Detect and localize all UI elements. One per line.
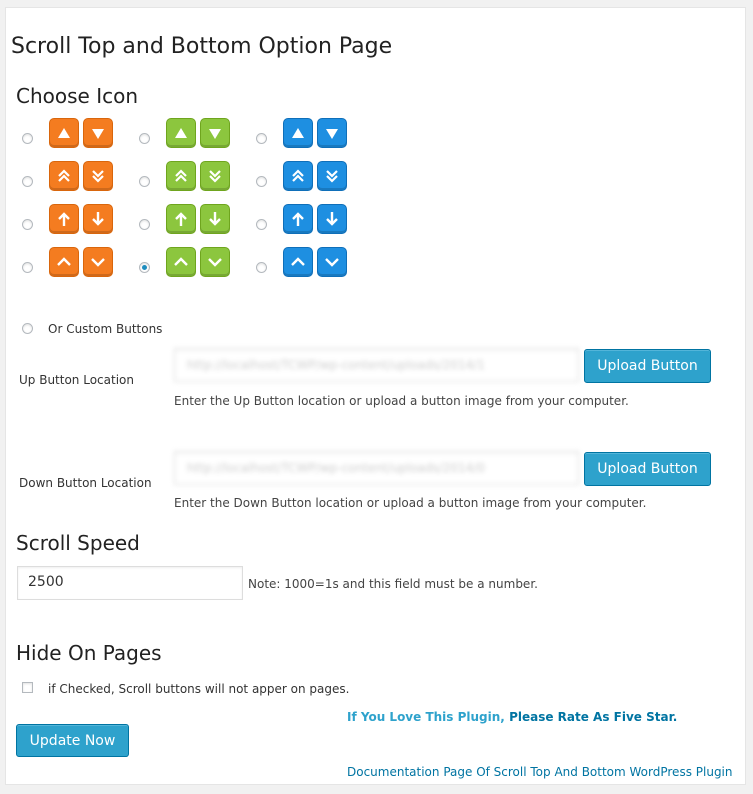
love-plugin-text: If You Love This Plugin, — [347, 710, 505, 724]
icon-radio-orange-chevron[interactable] — [22, 262, 33, 273]
orange-arrow-down-icon — [83, 204, 113, 234]
green-double-chevron-down-icon — [200, 161, 230, 191]
icon-radio-orange-triangle[interactable] — [22, 133, 33, 144]
icon-radio-green-arrow[interactable] — [139, 219, 150, 230]
documentation-link[interactable]: Documentation Page Of Scroll Top And Bot… — [347, 765, 733, 779]
blue-arrow-down-icon — [317, 204, 347, 234]
blue-triangle-down-icon — [317, 118, 347, 148]
scroll-speed-input[interactable]: 2500 — [17, 566, 243, 600]
hide-on-pages-label: if Checked, Scroll buttons will not appe… — [48, 682, 350, 696]
icon-radio-green-double-chevron[interactable] — [139, 176, 150, 187]
scroll-speed-heading: Scroll Speed — [16, 531, 140, 555]
down-button-location-input[interactable]: http://localhost/TCWP/wp-content/uploads… — [174, 451, 579, 485]
blue-chevron-up-icon — [283, 247, 313, 277]
icon-radio-blue-chevron[interactable] — [256, 262, 267, 273]
orange-triangle-down-icon — [83, 118, 113, 148]
down-upload-button[interactable]: Upload Button — [584, 452, 711, 486]
orange-arrow-up-icon — [49, 204, 79, 234]
orange-double-chevron-up-icon — [49, 161, 79, 191]
green-chevron-down-icon — [200, 247, 230, 277]
custom-buttons-radio[interactable] — [22, 323, 33, 334]
icon-radio-green-triangle[interactable] — [139, 133, 150, 144]
up-button-description: Enter the Up Button location or upload a… — [174, 394, 629, 408]
scroll-speed-note: Note: 1000=1s and this field must be a n… — [248, 577, 538, 591]
up-button-location-input[interactable]: http://localhost/TCWP/wp-content/uploads… — [174, 348, 579, 382]
icon-radio-orange-double-chevron[interactable] — [22, 176, 33, 187]
icon-radio-orange-arrow[interactable] — [22, 219, 33, 230]
hide-on-pages-heading: Hide On Pages — [16, 641, 162, 665]
orange-chevron-down-icon — [83, 247, 113, 277]
blue-triangle-up-icon — [283, 118, 313, 148]
blue-arrow-up-icon — [283, 204, 313, 234]
icon-radio-green-chevron[interactable] — [139, 262, 150, 273]
blue-double-chevron-up-icon — [283, 161, 313, 191]
icon-radio-blue-double-chevron[interactable] — [256, 176, 267, 187]
green-double-chevron-up-icon — [166, 161, 196, 191]
rate-plugin-line: If You Love This Plugin, Please Rate As … — [347, 710, 677, 724]
up-button-location-label: Up Button Location — [19, 373, 134, 387]
down-button-description: Enter the Down Button location or upload… — [174, 496, 647, 510]
icon-radio-blue-triangle[interactable] — [256, 133, 267, 144]
icon-radio-blue-arrow[interactable] — [256, 219, 267, 230]
green-arrow-down-icon — [200, 204, 230, 234]
choose-icon-heading: Choose Icon — [16, 84, 139, 108]
hide-on-pages-checkbox[interactable] — [22, 682, 33, 693]
up-upload-button[interactable]: Upload Button — [584, 349, 711, 383]
update-now-button[interactable]: Update Now — [16, 724, 129, 757]
green-triangle-down-icon — [200, 118, 230, 148]
green-arrow-up-icon — [166, 204, 196, 234]
orange-double-chevron-down-icon — [83, 161, 113, 191]
rate-five-star-link[interactable]: Please Rate As Five Star. — [509, 710, 677, 724]
page-title: Scroll Top and Bottom Option Page — [11, 34, 393, 59]
green-triangle-up-icon — [166, 118, 196, 148]
blue-chevron-down-icon — [317, 247, 347, 277]
orange-triangle-up-icon — [49, 118, 79, 148]
custom-buttons-label: Or Custom Buttons — [48, 322, 163, 336]
down-button-location-label: Down Button Location — [19, 476, 152, 490]
orange-chevron-up-icon — [49, 247, 79, 277]
blue-double-chevron-down-icon — [317, 161, 347, 191]
green-chevron-up-icon — [166, 247, 196, 277]
